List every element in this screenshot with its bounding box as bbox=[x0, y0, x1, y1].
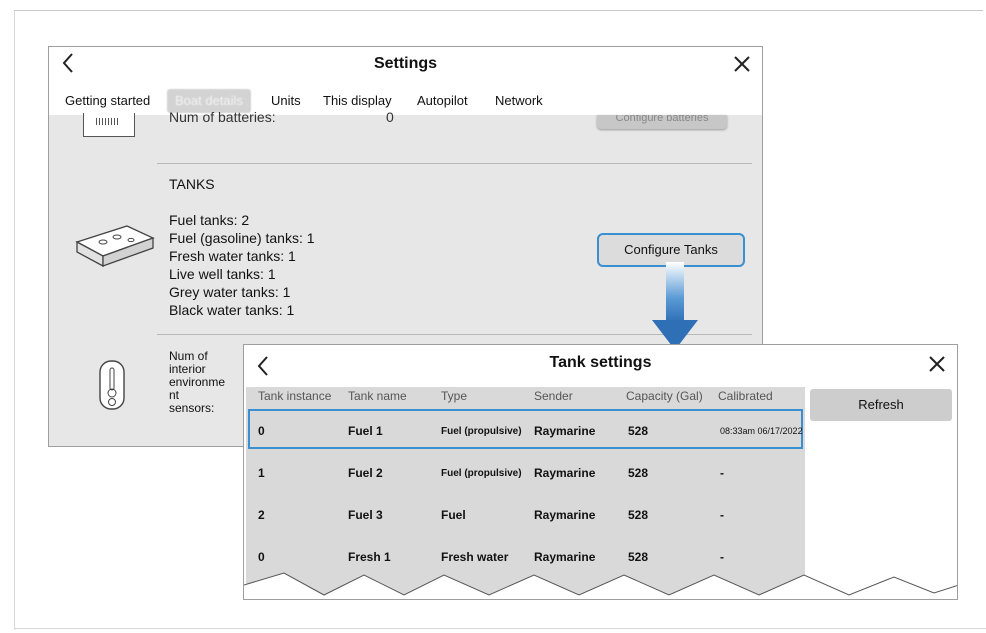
tank-type-cell: Fuel (propulsive) bbox=[441, 426, 522, 437]
env-label-line: sensors: bbox=[169, 401, 215, 415]
tank-capacity-cell: 528 bbox=[628, 466, 649, 480]
tank-type-cell: Fuel (propulsive) bbox=[441, 468, 522, 479]
settings-title: Settings bbox=[373, 55, 438, 72]
column-header: Calibrated bbox=[718, 389, 773, 403]
tank-settings-window: Tank settings Tank instance Tank name Ty… bbox=[243, 344, 958, 600]
configure-batteries-button[interactable]: Configure batteries bbox=[597, 115, 727, 129]
tank-type-cell: Fresh water bbox=[441, 550, 509, 564]
tab-autopilot[interactable]: Autopilot bbox=[417, 89, 468, 113]
table-row[interactable]: 2 Fuel 3 Fuel Raymarine 528 - bbox=[248, 495, 803, 535]
live-well-tanks-count: Live well tanks: 1 bbox=[169, 266, 276, 282]
torn-edge bbox=[244, 572, 957, 599]
frame-line bbox=[14, 628, 986, 629]
batteries-label: Num of batteries: bbox=[169, 109, 276, 125]
tank-sender-cell: Raymarine bbox=[534, 466, 596, 480]
tank-instance-cell: 2 bbox=[258, 508, 265, 522]
column-header: Tank instance bbox=[258, 389, 332, 403]
tank-type-cell: Fuel bbox=[441, 508, 466, 522]
tank-calibrated-cell: 08:33am 06/17/2022 bbox=[720, 426, 803, 436]
tank-capacity-cell: 528 bbox=[628, 508, 649, 522]
env-sensors-label: Num of interior environme nt sensors: bbox=[169, 350, 239, 415]
table-row[interactable]: 1 Fuel 2 Fuel (propulsive) Raymarine 528… bbox=[248, 453, 803, 493]
batteries-value: 0 bbox=[386, 109, 394, 125]
column-header: Sender bbox=[534, 389, 573, 403]
arrow-shaft bbox=[666, 262, 684, 322]
tank-name-cell: Fuel 2 bbox=[348, 466, 383, 480]
close-icon[interactable] bbox=[927, 354, 947, 374]
tank-instance-cell: 0 bbox=[258, 424, 265, 438]
tab-network[interactable]: Network bbox=[495, 89, 543, 113]
env-label-line: environme bbox=[169, 375, 226, 389]
tank-icon bbox=[75, 225, 155, 268]
tank-sender-cell: Raymarine bbox=[534, 424, 596, 438]
tank-name-cell: Fresh 1 bbox=[348, 550, 391, 564]
tank-instance-cell: 1 bbox=[258, 466, 265, 480]
tank-instance-cell: 0 bbox=[258, 550, 265, 564]
tab-getting-started[interactable]: Getting started bbox=[65, 89, 150, 113]
tank-sender-cell: Raymarine bbox=[534, 550, 596, 564]
tank-calibrated-cell: - bbox=[720, 466, 724, 480]
black-water-tanks-count: Black water tanks: 1 bbox=[169, 302, 295, 318]
tank-name-cell: Fuel 3 bbox=[348, 508, 383, 522]
tab-this-display[interactable]: This display bbox=[323, 89, 392, 113]
tank-settings-title: Tank settings bbox=[549, 354, 652, 371]
thermometer-icon bbox=[99, 360, 125, 410]
section-divider bbox=[157, 163, 752, 164]
fresh-water-tanks-count: Fresh water tanks: 1 bbox=[169, 248, 296, 264]
tank-sender-cell: Raymarine bbox=[534, 508, 596, 522]
close-icon[interactable] bbox=[732, 54, 752, 74]
column-header: Tank name bbox=[348, 389, 407, 403]
battery-icon bbox=[83, 113, 135, 137]
tanks-section-title: TANKS bbox=[169, 176, 215, 192]
grey-water-tanks-count: Grey water tanks: 1 bbox=[169, 284, 291, 300]
tank-calibrated-cell: - bbox=[720, 508, 724, 522]
refresh-button[interactable]: Refresh bbox=[810, 389, 952, 421]
tank-capacity-cell: 528 bbox=[628, 424, 649, 438]
tank-calibrated-cell: - bbox=[720, 550, 724, 564]
column-header: Type bbox=[441, 389, 468, 403]
tank-capacity-cell: 528 bbox=[628, 550, 649, 564]
table-row[interactable]: 0 Fuel 1 Fuel (propulsive) Raymarine 528… bbox=[248, 409, 803, 449]
tank-name-cell: Fuel 1 bbox=[348, 424, 383, 438]
gasoline-tanks-count: Fuel (gasoline) tanks: 1 bbox=[169, 230, 315, 246]
fuel-tanks-count: Fuel tanks: 2 bbox=[169, 212, 250, 228]
column-header: Capacity (Gal) bbox=[626, 389, 703, 403]
